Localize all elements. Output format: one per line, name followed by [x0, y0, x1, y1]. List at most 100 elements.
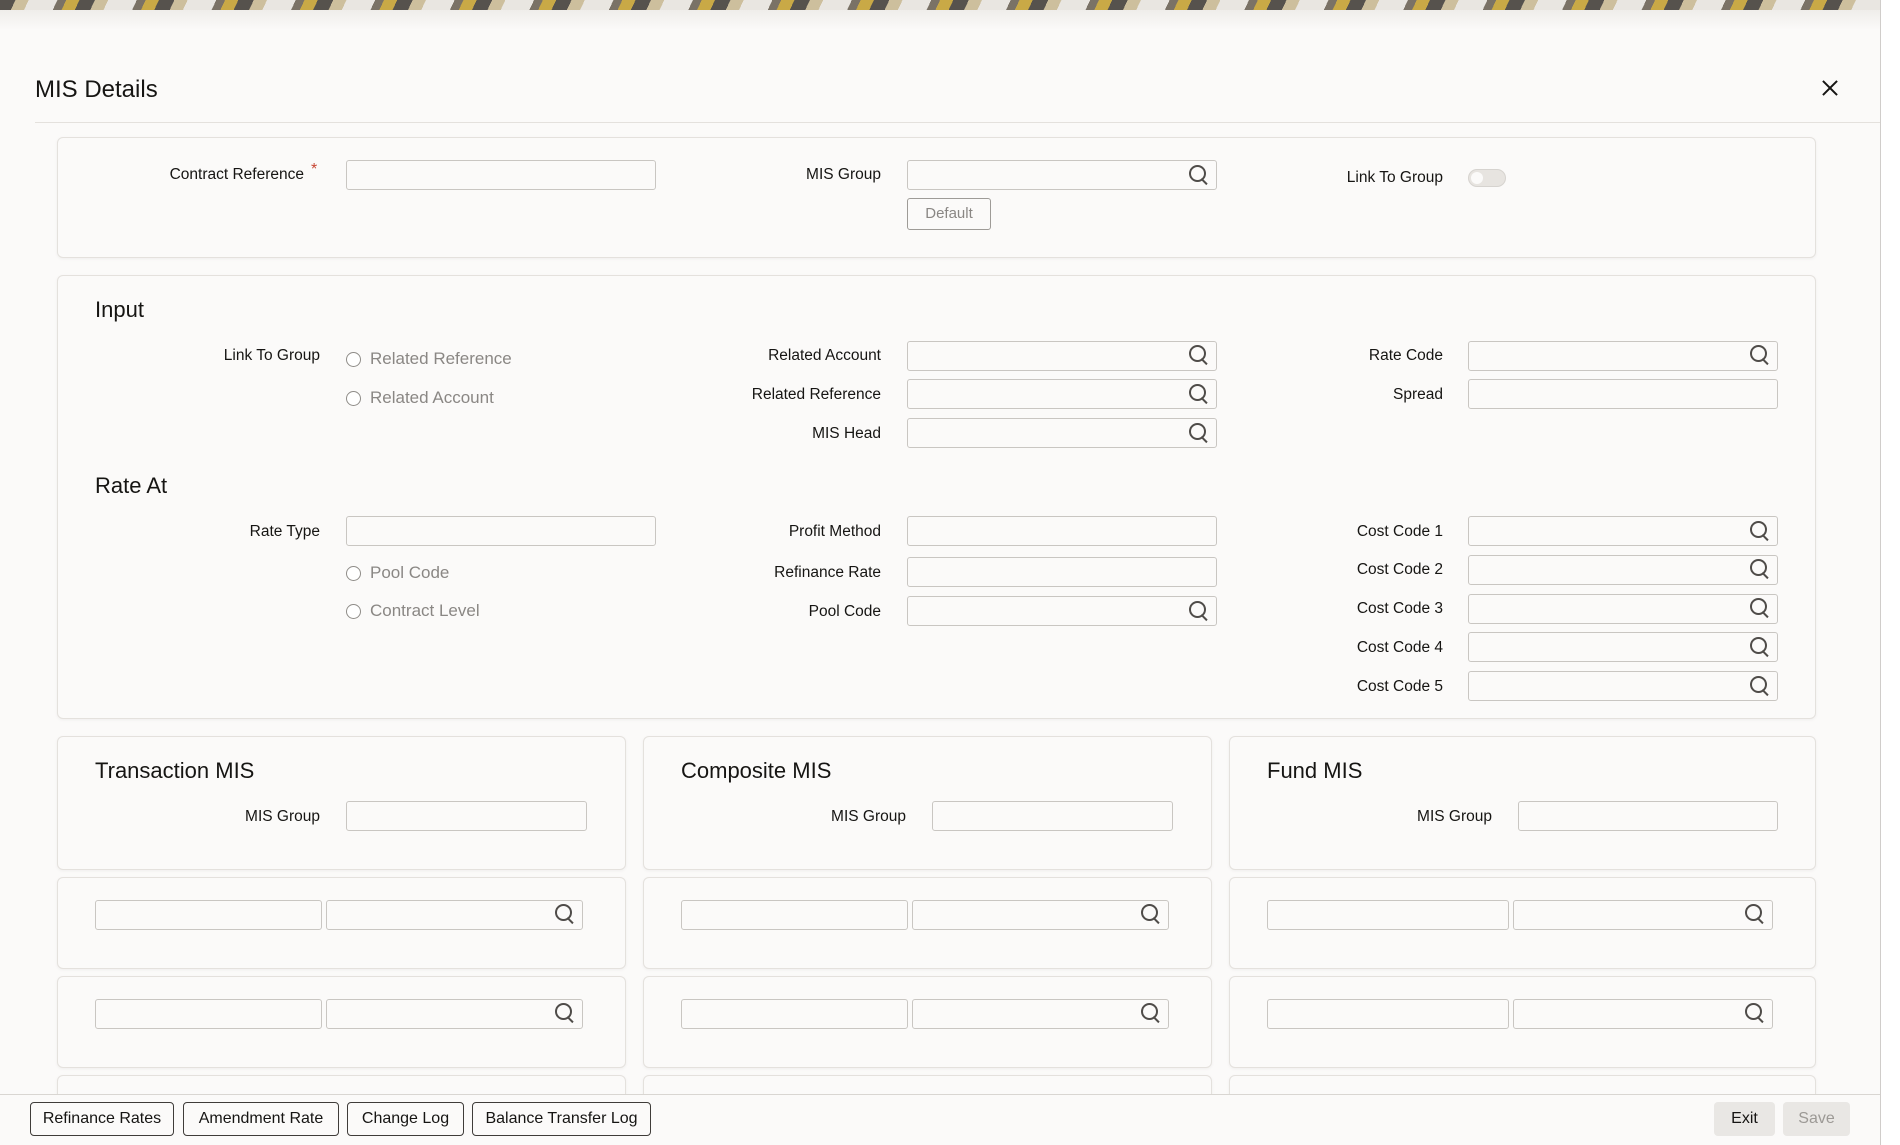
mis-class-input[interactable]	[681, 999, 908, 1029]
mis-group-label: MIS Group	[806, 166, 881, 183]
cost-code-2-label: Cost Code 2	[1356, 561, 1443, 578]
radio-button[interactable]	[346, 351, 361, 367]
rate-code-input[interactable]	[1468, 341, 1778, 371]
related-reference-input[interactable]	[907, 379, 1217, 409]
mis-code-input[interactable]	[912, 999, 1169, 1029]
radio-button[interactable]	[346, 565, 361, 581]
mis-class-input[interactable]	[681, 900, 908, 930]
related-account-radio-label: Related Account	[370, 388, 494, 407]
radio-button[interactable]	[346, 390, 361, 406]
contract-reference-label: Contract Reference	[169, 166, 304, 183]
fund-mis-title: Fund MIS	[1267, 758, 1363, 783]
transaction-mis-group-label: MIS Group	[245, 808, 320, 825]
spread-input[interactable]	[1468, 379, 1778, 409]
composite-mis-title: Composite MIS	[681, 758, 832, 783]
search-icon[interactable]	[1744, 1002, 1766, 1024]
mis-code-input[interactable]	[326, 900, 583, 930]
search-icon[interactable]	[1188, 164, 1210, 186]
mis-group-input[interactable]	[907, 160, 1217, 190]
default-button[interactable]: Default	[907, 198, 991, 230]
mis-class-input[interactable]	[1267, 900, 1509, 930]
search-icon[interactable]	[1749, 344, 1771, 366]
related-account-radio[interactable]: Related Account	[346, 388, 494, 408]
search-icon[interactable]	[1140, 903, 1162, 925]
pool-code-input[interactable]	[907, 596, 1217, 626]
title-divider	[35, 122, 1880, 123]
profit-method-input[interactable]	[907, 516, 1217, 546]
related-reference-radio-label: Related Reference	[370, 349, 512, 368]
cost-code-1-input[interactable]	[1468, 516, 1778, 546]
pool-code-radio[interactable]: Pool Code	[346, 563, 449, 583]
cost-code-4-label: Cost Code 4	[1356, 639, 1443, 656]
search-icon[interactable]	[1749, 675, 1771, 697]
contract-reference-input[interactable]	[346, 160, 656, 190]
spread-label: Spread	[1393, 386, 1443, 403]
search-icon[interactable]	[1188, 344, 1210, 366]
composite-mis-group-label: MIS Group	[831, 808, 906, 825]
rate-code-label: Rate Code	[1368, 347, 1443, 364]
cost-code-3-input[interactable]	[1468, 594, 1778, 624]
cost-code-3-label: Cost Code 3	[1356, 600, 1443, 617]
rate-at-section-title: Rate At	[95, 473, 168, 498]
fund-mis-group-label: MIS Group	[1417, 808, 1492, 825]
mis-code-input[interactable]	[326, 999, 583, 1029]
fund-mis-group-input[interactable]	[1518, 801, 1778, 831]
profit-method-label: Profit Method	[788, 523, 881, 540]
mis-class-input[interactable]	[1267, 999, 1509, 1029]
contract-level-radio-label: Contract Level	[370, 601, 480, 620]
balance-transfer-log-button[interactable]: Balance Transfer Log	[472, 1102, 651, 1136]
mis-details-dialog: MIS Details Contract Reference * MIS Gro…	[0, 0, 1881, 1145]
decorative-header-band	[0, 0, 1880, 30]
cost-code-1-label: Cost Code 1	[1356, 523, 1443, 540]
change-log-button[interactable]: Change Log	[347, 1102, 464, 1136]
save-button[interactable]: Save	[1783, 1102, 1850, 1136]
related-account-label: Related Account	[768, 347, 881, 364]
mis-code-input[interactable]	[912, 900, 1169, 930]
search-icon[interactable]	[1188, 383, 1210, 405]
search-icon[interactable]	[1744, 903, 1766, 925]
search-icon[interactable]	[1749, 597, 1771, 619]
search-icon[interactable]	[1749, 520, 1771, 542]
search-icon[interactable]	[1188, 422, 1210, 444]
composite-mis-group-input[interactable]	[932, 801, 1173, 831]
amendment-rate-button[interactable]: Amendment Rate	[183, 1102, 339, 1136]
cost-code-5-input[interactable]	[1468, 671, 1778, 701]
mis-code-input[interactable]	[1513, 900, 1773, 930]
input-section-title: Input	[95, 297, 144, 322]
input-link-to-group-label: Link To Group	[223, 347, 320, 364]
transaction-mis-title: Transaction MIS	[95, 758, 255, 783]
search-icon[interactable]	[1188, 600, 1210, 622]
close-icon[interactable]	[1818, 76, 1842, 100]
dialog-title: MIS Details	[35, 76, 158, 103]
rate-type-input[interactable]	[346, 516, 656, 546]
refinance-rate-label: Refinance Rate	[774, 564, 881, 581]
cost-code-4-input[interactable]	[1468, 632, 1778, 662]
related-reference-radio[interactable]: Related Reference	[346, 349, 512, 369]
search-icon[interactable]	[1749, 636, 1771, 658]
transaction-mis-group-input[interactable]	[346, 801, 587, 831]
related-reference-label: Related Reference	[751, 386, 881, 403]
pool-code-label: Pool Code	[808, 603, 881, 620]
related-account-input[interactable]	[907, 341, 1217, 371]
contract-level-radio[interactable]: Contract Level	[346, 601, 480, 621]
mis-head-input[interactable]	[907, 418, 1217, 448]
pool-code-radio-label: Pool Code	[370, 563, 450, 582]
search-icon[interactable]	[1749, 558, 1771, 580]
mis-code-input[interactable]	[1513, 999, 1773, 1029]
refinance-rates-button[interactable]: Refinance Rates	[30, 1102, 174, 1136]
link-to-group-toggle[interactable]	[1468, 169, 1506, 187]
search-icon[interactable]	[1140, 1002, 1162, 1024]
search-icon[interactable]	[554, 903, 576, 925]
mis-head-label: MIS Head	[812, 425, 881, 442]
search-icon[interactable]	[554, 1002, 576, 1024]
required-marker: *	[311, 161, 318, 178]
link-to-group-label: Link To Group	[1346, 169, 1443, 186]
refinance-rate-input[interactable]	[907, 557, 1217, 587]
mis-class-input[interactable]	[95, 999, 322, 1029]
cost-code-5-label: Cost Code 5	[1356, 678, 1443, 695]
cost-code-2-input[interactable]	[1468, 555, 1778, 585]
radio-button[interactable]	[346, 603, 361, 619]
exit-button[interactable]: Exit	[1714, 1102, 1775, 1136]
rate-type-label: Rate Type	[249, 523, 320, 540]
mis-class-input[interactable]	[95, 900, 322, 930]
